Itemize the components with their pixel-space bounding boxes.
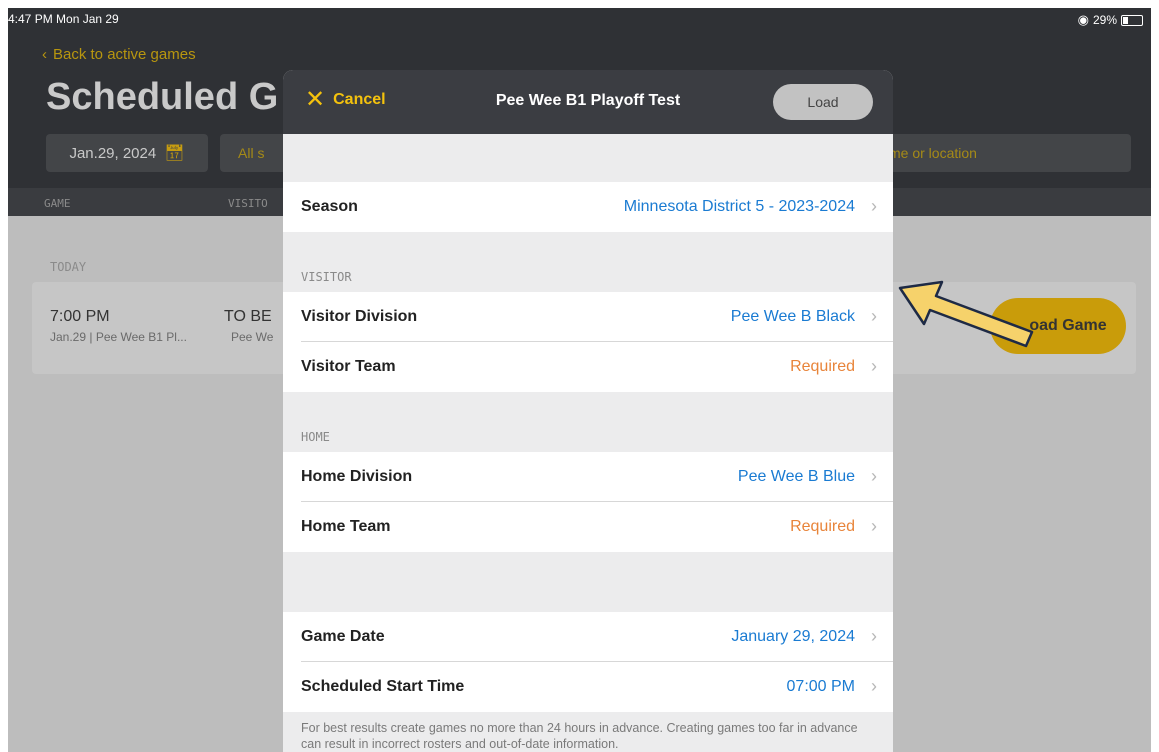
game-date-row[interactable]: Game Date January 29, 2024 › bbox=[283, 612, 893, 662]
status-right: ◉ 29% bbox=[1078, 12, 1143, 28]
home-division-label: Home Division bbox=[301, 468, 413, 485]
load-game-button[interactable]: oad Game bbox=[990, 298, 1126, 354]
ipad-screen: 4:47 PM Mon Jan 29 ◉ 29% ‹ Back to activ… bbox=[8, 8, 1151, 752]
visitor-division-value: Pee Wee B Black bbox=[730, 308, 855, 325]
home-team-row[interactable]: Home Team Required › bbox=[283, 502, 893, 552]
chevron-right-icon: › bbox=[871, 306, 877, 326]
visitor-section-label: VISITOR bbox=[301, 270, 352, 284]
status-bar: 4:47 PM Mon Jan 29 ◉ 29% bbox=[8, 8, 1151, 30]
section-today-label: TODAY bbox=[50, 260, 87, 274]
visitor-team-row[interactable]: Visitor Team Required › bbox=[283, 342, 893, 392]
season-row[interactable]: Season Minnesota District 5 - 2023-2024 … bbox=[283, 182, 893, 232]
chevron-right-icon: › bbox=[871, 466, 877, 486]
game-subtitle: Jan.29 | Pee Wee B1 Pl... bbox=[50, 330, 187, 344]
load-button[interactable]: Load bbox=[773, 84, 873, 120]
status-time: 4:47 PM Mon Jan 29 bbox=[8, 12, 119, 26]
status-filter[interactable]: All s bbox=[220, 134, 290, 172]
search-input[interactable]: me or location bbox=[885, 134, 1131, 172]
modal-header: ✕ Cancel Pee Wee B1 Playoff Test Load bbox=[283, 70, 893, 134]
home-division-value: Pee Wee B Blue bbox=[737, 468, 855, 485]
chevron-right-icon: › bbox=[871, 626, 877, 646]
battery-icon bbox=[1121, 14, 1143, 26]
wifi-icon: ◉ bbox=[1077, 12, 1089, 27]
back-link-label: Back to active games bbox=[53, 46, 196, 63]
date-filter-label: Jan.29, 2024 bbox=[69, 144, 157, 162]
game-visitor-team: TO BE bbox=[224, 308, 272, 325]
page-title: Scheduled G bbox=[46, 76, 279, 118]
chevron-right-icon: › bbox=[871, 196, 877, 216]
chevron-right-icon: › bbox=[871, 516, 877, 536]
date-filter[interactable]: Jan.29, 2024 📅︎ bbox=[46, 134, 208, 172]
visitor-team-value: Required bbox=[790, 358, 855, 375]
visitor-division-row[interactable]: Visitor Division Pee Wee B Black › bbox=[283, 292, 893, 342]
game-date-value: January 29, 2024 bbox=[731, 628, 855, 645]
game-visitor-sub: Pee We bbox=[231, 330, 274, 344]
column-header-visitor: VISITO bbox=[228, 197, 268, 210]
column-header-game: GAME bbox=[44, 197, 71, 210]
home-team-value: Required bbox=[790, 518, 855, 535]
home-team-label: Home Team bbox=[301, 518, 391, 535]
chevron-left-icon: ‹ bbox=[42, 46, 47, 63]
calendar-icon: 📅︎ bbox=[164, 145, 185, 162]
start-time-value: 07:00 PM bbox=[786, 678, 855, 695]
battery-percent: 29% bbox=[1092, 13, 1117, 27]
back-to-active-games-link[interactable]: ‹ Back to active games bbox=[42, 46, 196, 63]
home-section-label: HOME bbox=[301, 430, 330, 444]
game-time: 7:00 PM bbox=[50, 308, 110, 325]
home-division-row[interactable]: Home Division Pee Wee B Blue › bbox=[283, 452, 893, 502]
visitor-division-label: Visitor Division bbox=[301, 308, 418, 325]
chevron-right-icon: › bbox=[871, 676, 877, 696]
chevron-right-icon: › bbox=[871, 356, 877, 376]
load-game-label: oad Game bbox=[1029, 317, 1107, 334]
advance-notice-footnote: For best results create games no more th… bbox=[301, 721, 858, 751]
create-game-modal: ✕ Cancel Pee Wee B1 Playoff Test Load Se… bbox=[283, 70, 893, 752]
season-label: Season bbox=[301, 198, 358, 215]
visitor-team-label: Visitor Team bbox=[301, 358, 396, 375]
battery-fill bbox=[1123, 16, 1128, 24]
season-value: Minnesota District 5 - 2023-2024 bbox=[623, 198, 855, 215]
start-time-label: Scheduled Start Time bbox=[301, 678, 465, 695]
game-date-label: Game Date bbox=[301, 628, 385, 645]
start-time-row[interactable]: Scheduled Start Time 07:00 PM › bbox=[283, 662, 893, 712]
